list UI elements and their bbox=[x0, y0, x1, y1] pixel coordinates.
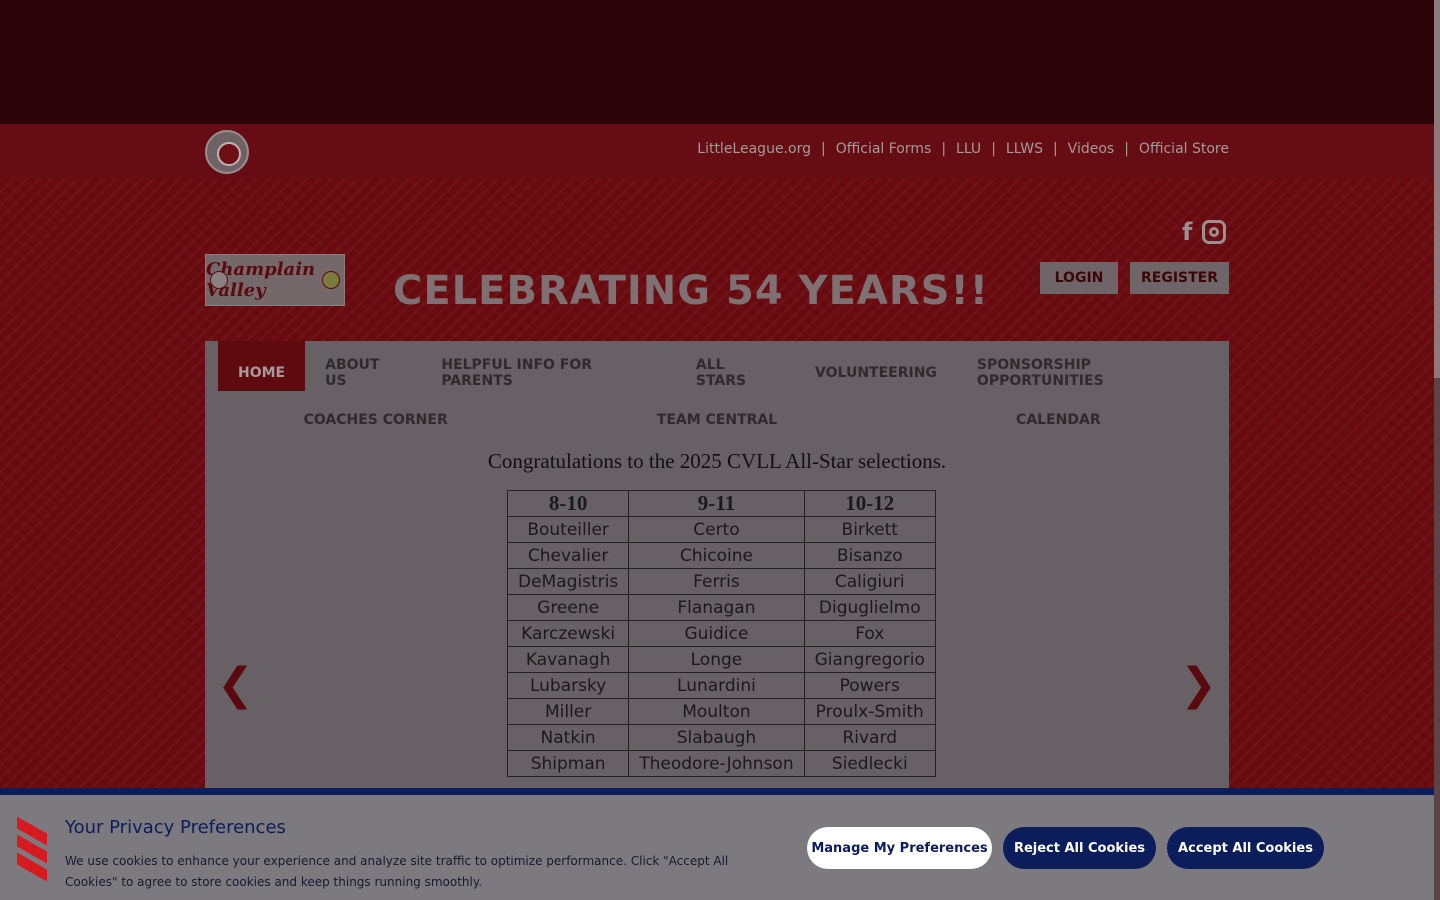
table-cell: Chevalier bbox=[506, 542, 630, 569]
table-cell: Shipman bbox=[506, 750, 630, 777]
manage-preferences-button[interactable]: Manage My Preferences bbox=[807, 827, 992, 869]
table-cell: Certo bbox=[628, 516, 805, 543]
table-row: Karczewski Guidice Fox bbox=[506, 620, 936, 647]
cookie-text: We use cookies to enhance your experienc… bbox=[65, 854, 729, 889]
table-cell: Bisanzo bbox=[803, 542, 936, 569]
column-header: 10-12 bbox=[803, 490, 936, 517]
cookie-banner: Your Privacy Preferences We use cookies … bbox=[0, 788, 1434, 900]
table-cell: Longe bbox=[628, 646, 805, 673]
table-row: Bouteiller Certo Birkett bbox=[506, 516, 936, 543]
facebook-icon[interactable]: f bbox=[1182, 218, 1192, 246]
table-cell: Birkett bbox=[803, 516, 936, 543]
little-league-logo-icon[interactable] bbox=[205, 130, 249, 174]
table-cell: DeMagistris bbox=[506, 568, 630, 595]
link-official-store[interactable]: Official Store bbox=[1139, 141, 1229, 157]
table-row: Miller Moulton Proulx-Smith bbox=[506, 698, 936, 725]
link-official-forms[interactable]: Official Forms bbox=[836, 141, 932, 157]
login-button[interactable]: LOGIN bbox=[1040, 262, 1118, 294]
nav-team-central[interactable]: TEAM CENTRAL bbox=[546, 405, 887, 435]
top-banner-area bbox=[0, 0, 1434, 124]
link-videos[interactable]: Videos bbox=[1068, 141, 1115, 157]
league-logo[interactable]: Champlain Valley bbox=[205, 254, 345, 306]
top-links: LittleLeague.org | Official Forms | LLU | L… bbox=[697, 141, 1229, 157]
table-cell: Theodore-Johnson bbox=[628, 750, 805, 777]
all-star-table: 8-10 9-11 10-12 Bouteiller Certo Birkett Ch… bbox=[506, 490, 936, 777]
little-league-bar: LittleLeague.org | Official Forms | LLU | L… bbox=[0, 124, 1434, 178]
table-cell: Kavanagh bbox=[506, 646, 630, 673]
table-cell: Greene bbox=[506, 594, 630, 621]
table-cell: Guidice bbox=[628, 620, 805, 647]
table-cell: Slabaugh bbox=[628, 724, 805, 751]
baseball-icon bbox=[210, 271, 228, 289]
table-cell: Lunardini bbox=[628, 672, 805, 699]
register-button[interactable]: REGISTER bbox=[1130, 262, 1229, 294]
nav-calendar[interactable]: CALENDAR bbox=[888, 405, 1229, 435]
table-row: Natkin Slabaugh Rivard bbox=[506, 724, 936, 751]
table-cell: Flanagan bbox=[628, 594, 805, 621]
table-row: Shipman Theodore-Johnson Siedlecki bbox=[506, 750, 936, 777]
column-header: 8-10 bbox=[506, 490, 630, 517]
table-cell: Siedlecki bbox=[803, 750, 936, 777]
table-cell: Moulton bbox=[628, 698, 805, 725]
table-cell: Powers bbox=[803, 672, 936, 699]
celebrate-heading: CELEBRATING 54 YEARS!! bbox=[393, 268, 989, 314]
softball-icon bbox=[322, 271, 340, 289]
nav-coaches-corner[interactable]: COACHES CORNER bbox=[205, 405, 546, 435]
slide-headline: Congratulations to the 2025 CVLL All-Sta… bbox=[487, 449, 947, 473]
table-body: Bouteiller Certo Birkett Chevalier Chicoine B… bbox=[506, 516, 936, 777]
link-llu[interactable]: LLU bbox=[956, 141, 981, 157]
table-cell: Fox bbox=[803, 620, 936, 647]
nav-volunteering[interactable]: VOLUNTEERING bbox=[795, 341, 957, 391]
main-nav-row2: COACHES CORNER TEAM CENTRAL CALENDAR bbox=[205, 405, 1229, 435]
table-row: Greene Flanagan Diguglielmo bbox=[506, 594, 936, 621]
table-cell: Proulx-Smith bbox=[803, 698, 936, 725]
scrollbar-thumb[interactable] bbox=[1434, 0, 1440, 378]
table-row: Kavanagh Longe Giangregorio bbox=[506, 646, 936, 673]
carousel-prev-icon[interactable]: ❮ bbox=[217, 659, 254, 710]
column-header: 9-11 bbox=[628, 490, 805, 517]
table-cell: Chicoine bbox=[628, 542, 805, 569]
scrollbar[interactable] bbox=[1434, 0, 1440, 900]
nav-helpful-info[interactable]: HELPFUL INFO FOR PARENTS bbox=[421, 341, 676, 391]
social-links: f bbox=[1182, 218, 1227, 246]
instagram-icon[interactable] bbox=[1202, 220, 1227, 244]
brand-logo-icon bbox=[13, 816, 51, 882]
reject-cookies-button[interactable]: Reject All Cookies bbox=[1003, 827, 1156, 869]
table-cell: Miller bbox=[506, 698, 630, 725]
table-cell: Rivard bbox=[803, 724, 936, 751]
table-row: Lubarsky Lunardini Powers bbox=[506, 672, 936, 699]
nav-about-us[interactable]: ABOUT US bbox=[305, 341, 421, 391]
table-cell: Caligiuri bbox=[803, 568, 936, 595]
nav-sponsorship[interactable]: SPONSORSHIP OPPORTUNITIES bbox=[957, 341, 1229, 391]
link-littleleague[interactable]: LittleLeague.org bbox=[697, 141, 811, 157]
link-llws[interactable]: LLWS bbox=[1006, 141, 1043, 157]
cookie-title: Your Privacy Preferences bbox=[65, 817, 286, 838]
table-cell: Giangregorio bbox=[803, 646, 936, 673]
table-cell: Karczewski bbox=[506, 620, 630, 647]
carousel-next-icon[interactable]: ❯ bbox=[1180, 659, 1217, 710]
main-nav: HOME ABOUT US HELPFUL INFO FOR PARENTS A… bbox=[218, 341, 1229, 391]
table-row: DeMagistris Ferris Caligiuri bbox=[506, 568, 936, 595]
table-cell: Lubarsky bbox=[506, 672, 630, 699]
accept-cookies-button[interactable]: Accept All Cookies bbox=[1167, 827, 1324, 869]
nav-home[interactable]: HOME bbox=[218, 341, 306, 391]
table-cell: Ferris bbox=[628, 568, 805, 595]
table-row: Chevalier Chicoine Bisanzo bbox=[506, 542, 936, 569]
table-cell: Bouteiller bbox=[506, 516, 630, 543]
nav-all-stars[interactable]: ALL STARS bbox=[676, 341, 795, 391]
table-cell: Natkin bbox=[506, 724, 630, 751]
table-cell: Diguglielmo bbox=[803, 594, 936, 621]
